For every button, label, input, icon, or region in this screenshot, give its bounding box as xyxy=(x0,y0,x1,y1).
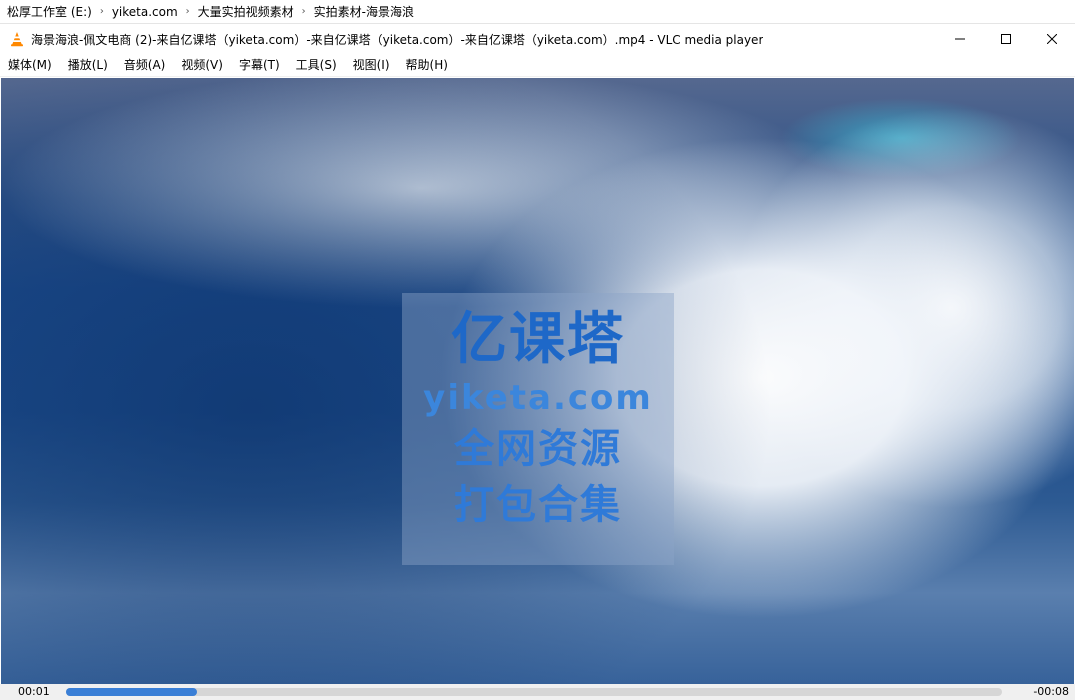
menu-tools[interactable]: 工具(S) xyxy=(288,54,345,77)
minimize-button[interactable] xyxy=(937,24,983,54)
breadcrumb-item-drive[interactable]: 松厚工作室 (E:) xyxy=(3,3,96,20)
breadcrumb-chevron-icon: › xyxy=(185,6,190,17)
breadcrumb-chevron-icon: › xyxy=(99,6,104,17)
breadcrumb-item-folder[interactable]: 大量实拍视频素材 xyxy=(194,3,298,20)
window-titlebar[interactable]: 海景海浪-佩文电商 (2)-来自亿课塔（yiketa.com）-来自亿课塔（yi… xyxy=(0,24,1075,54)
menu-video[interactable]: 视频(V) xyxy=(173,54,231,77)
breadcrumb-item-current[interactable]: 实拍素材-海景海浪 xyxy=(310,3,418,20)
breadcrumb-item-site[interactable]: yiketa.com xyxy=(108,5,182,19)
menu-subtitle[interactable]: 字幕(T) xyxy=(231,54,288,77)
maximize-icon xyxy=(1001,34,1011,44)
window-controls xyxy=(937,24,1075,54)
seek-progress-fill xyxy=(66,688,198,696)
watermark-slogan-1: 全网资源 xyxy=(454,426,622,472)
watermark-url: yiketa.com xyxy=(423,378,653,418)
menu-playback[interactable]: 播放(L) xyxy=(60,54,116,77)
breadcrumb: 松厚工作室 (E:) › yiketa.com › 大量实拍视频素材 › 实拍素… xyxy=(0,0,1075,24)
status-bar: 00:01 -00:08 xyxy=(0,684,1075,700)
seek-slider[interactable] xyxy=(66,688,1002,696)
watermark-slogan-2: 打包合集 xyxy=(454,482,622,528)
menu-audio[interactable]: 音频(A) xyxy=(116,54,174,77)
breadcrumb-chevron-icon: › xyxy=(301,6,306,17)
close-button[interactable] xyxy=(1029,24,1075,54)
minimize-icon xyxy=(955,38,965,40)
video-display[interactable]: 亿课塔 yiketa.com 全网资源 打包合集 xyxy=(1,78,1074,684)
remaining-time[interactable]: -00:08 xyxy=(1033,685,1069,698)
menu-media[interactable]: 媒体(M) xyxy=(0,54,60,77)
window-title: 海景海浪-佩文电商 (2)-来自亿课塔（yiketa.com）-来自亿课塔（yi… xyxy=(31,32,764,47)
menu-help[interactable]: 帮助(H) xyxy=(398,54,456,77)
watermark-brand: 亿课塔 xyxy=(451,307,625,372)
vlc-cone-icon xyxy=(9,31,25,47)
maximize-button[interactable] xyxy=(983,24,1029,54)
elapsed-time: 00:01 xyxy=(18,685,50,698)
menu-view[interactable]: 视图(I) xyxy=(345,54,398,77)
close-icon xyxy=(1047,34,1057,44)
watermark-overlay: 亿课塔 yiketa.com 全网资源 打包合集 xyxy=(402,293,674,565)
menu-bar: 媒体(M) 播放(L) 音频(A) 视频(V) 字幕(T) 工具(S) 视图(I… xyxy=(0,54,1075,77)
